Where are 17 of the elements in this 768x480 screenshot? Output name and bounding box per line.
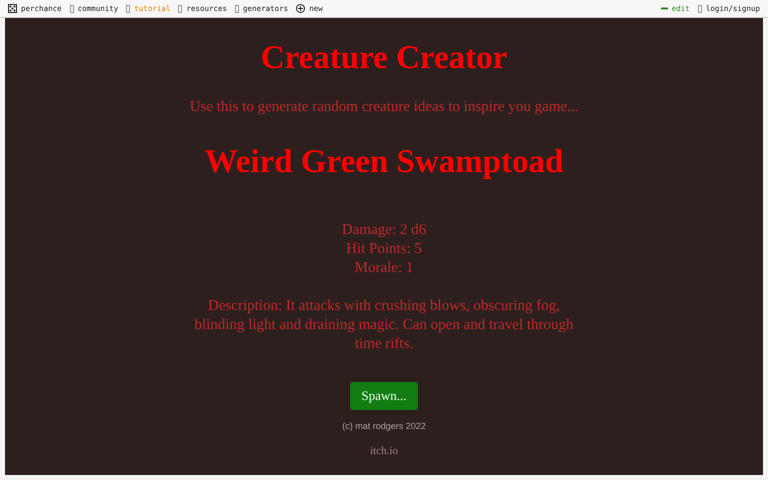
spawn-button[interactable]: Spawn... <box>350 382 418 410</box>
placeholder-glyph-icon <box>178 4 182 12</box>
stat-line: Morale: 1 <box>354 259 414 278</box>
subtitle: Use this to generate random creature ideas to inspire you game... <box>190 99 578 116</box>
stat-line: Hit Points: 5 <box>346 240 422 259</box>
dice-icon <box>8 4 17 13</box>
credit-text: (c) mat rodgers 2022 <box>342 421 426 431</box>
itch-link[interactable]: itch.io <box>370 445 398 457</box>
creature-name: Weird Green Swamptoad <box>204 144 564 181</box>
stat-line: Damage: 2 d6 <box>342 221 426 240</box>
creature-description: Description: It attacks with crushing blows, obscuring fog, blinding light and draining magic. Can open and travel through time rifts. <box>193 297 575 354</box>
placeholder-glyph-icon <box>70 4 74 12</box>
placeholder-glyph-icon <box>698 4 702 12</box>
placeholder-glyph-icon <box>235 4 240 12</box>
plus-icon <box>296 4 306 13</box>
placeholder-glyph-icon <box>126 4 130 12</box>
page-title: Creature Creator <box>260 40 508 77</box>
